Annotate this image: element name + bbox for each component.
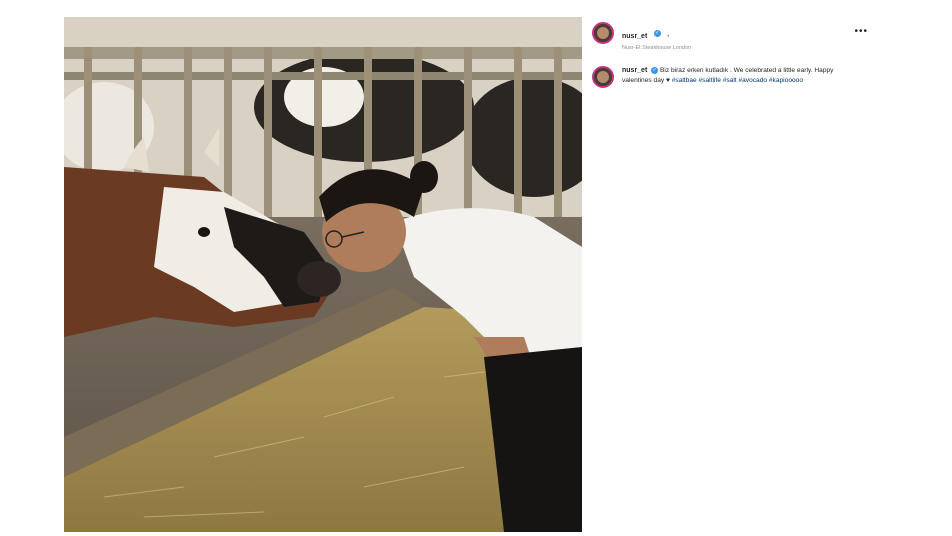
caption-row: nusr_et ✓ Biz biraz erken kutladık . We … bbox=[592, 66, 862, 88]
hashtags-link[interactable]: #saltbae #saltlife #salt #avocado #kapio… bbox=[672, 77, 803, 84]
post-photo[interactable] bbox=[64, 17, 582, 532]
post-header: nusr_et ✓ • Nusr-Et Steakhouse London bbox=[592, 22, 691, 51]
username[interactable]: nusr_et bbox=[622, 33, 647, 40]
separator: • bbox=[667, 34, 670, 40]
post-header-text: nusr_et ✓ • Nusr-Et Steakhouse London bbox=[622, 25, 691, 51]
caption: nusr_et ✓ Biz biraz erken kutladık . We … bbox=[622, 66, 862, 86]
avatar[interactable] bbox=[592, 66, 614, 88]
post-photo-illustration bbox=[64, 17, 582, 532]
avatar[interactable] bbox=[592, 22, 614, 44]
verified-badge-icon: ✓ bbox=[653, 30, 661, 38]
username[interactable]: nusr_et bbox=[622, 67, 647, 74]
post-sidebar: nusr_et ✓ • Nusr-Et Steakhouse London ••… bbox=[582, 17, 882, 532]
more-options-icon[interactable]: ••• bbox=[854, 26, 868, 37]
location-link[interactable]: Nusr-Et Steakhouse London bbox=[622, 45, 691, 51]
verified-badge-icon: ✓ bbox=[651, 66, 659, 74]
